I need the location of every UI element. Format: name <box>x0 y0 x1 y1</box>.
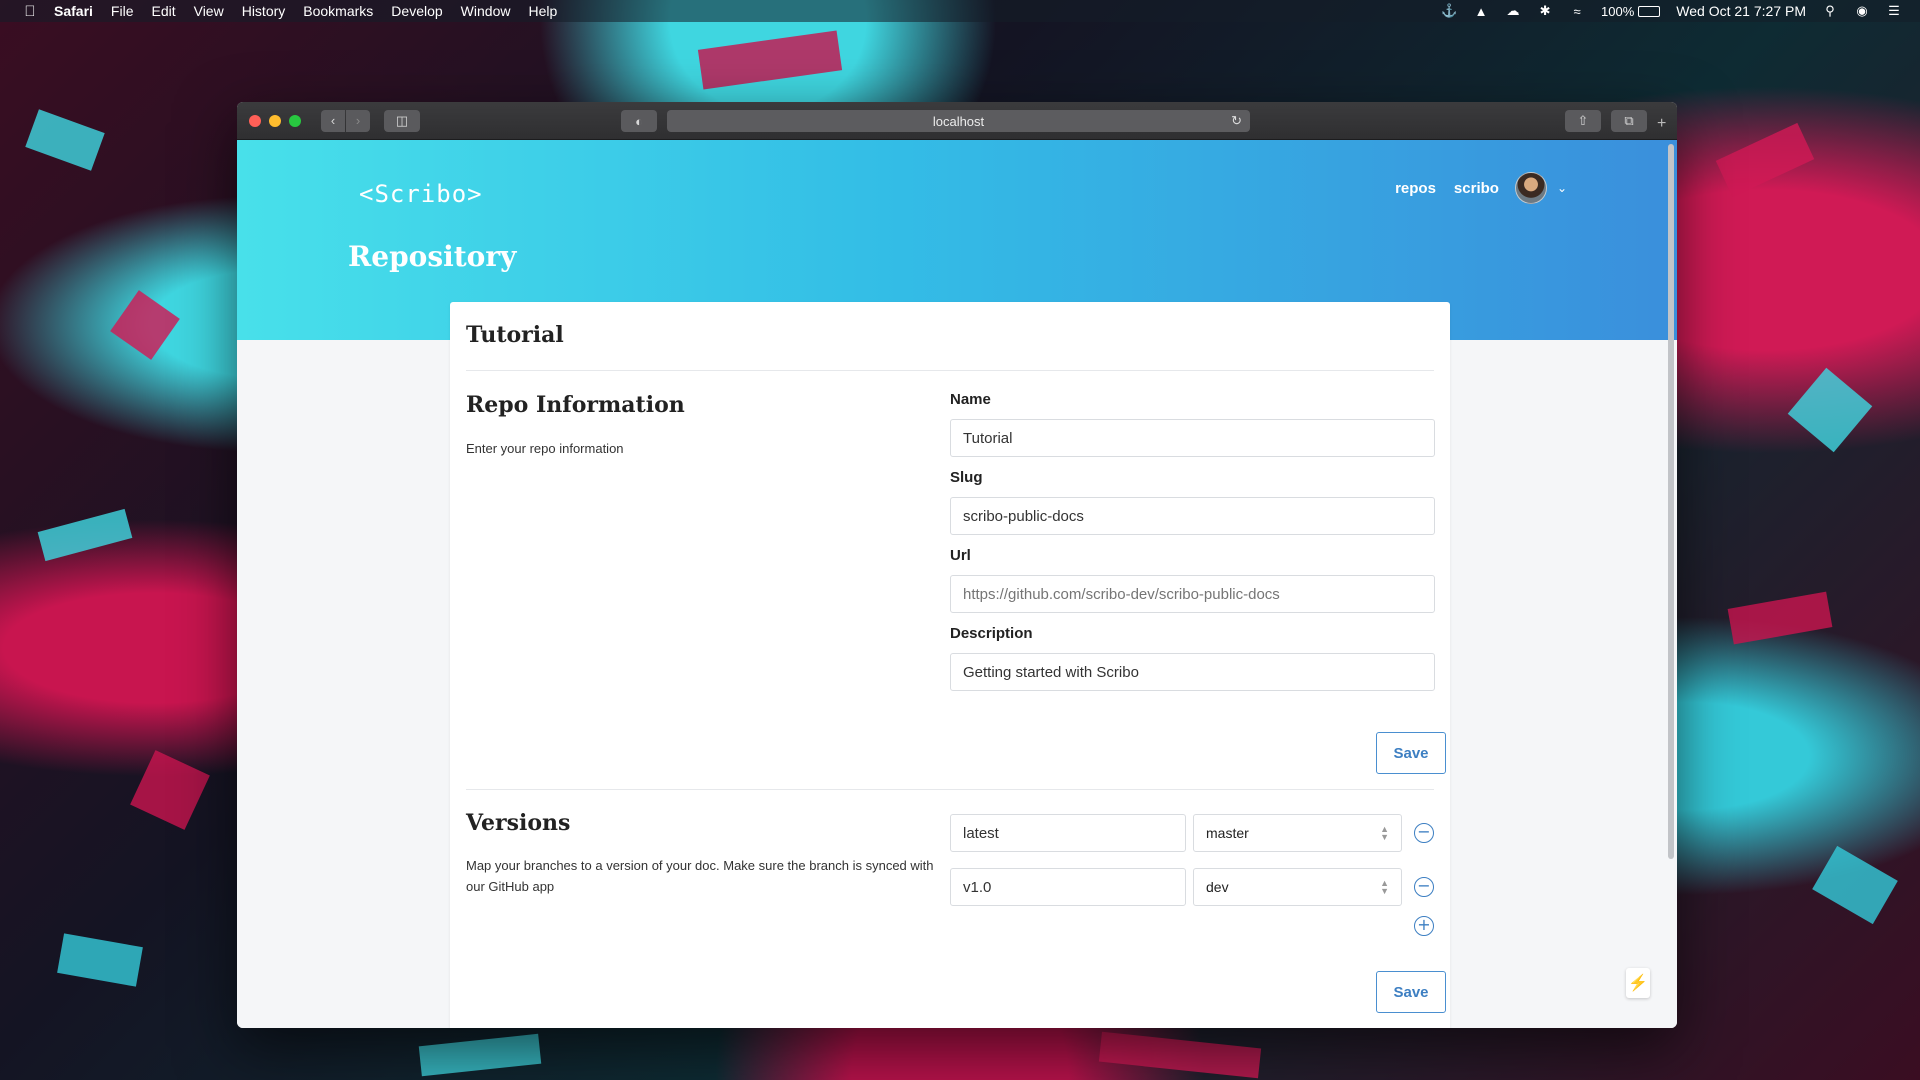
nav-user-link[interactable]: scribo <box>1454 180 1499 197</box>
history-nav: ‹ › <box>321 109 370 132</box>
top-nav: repos scribo ⌄ <box>1377 172 1567 204</box>
cloud-icon[interactable]: ☁ <box>1505 3 1521 18</box>
minus-circle-icon: − <box>1417 876 1431 895</box>
repository-card: Tutorial Repo Information Enter your rep… <box>450 302 1450 1028</box>
branch-select-value: master <box>1206 825 1249 841</box>
siri-icon[interactable]: ◉ <box>1854 3 1870 18</box>
window-controls <box>249 114 309 127</box>
new-tab-button[interactable]: + <box>1657 115 1666 133</box>
back-button[interactable]: ‹ <box>321 109 345 132</box>
bluetooth-icon[interactable]: ✱ <box>1537 3 1553 18</box>
name-label: Name <box>950 391 991 408</box>
drive-icon[interactable]: ▲ <box>1473 4 1489 19</box>
versions-description: Map your branches to a version of your d… <box>466 858 934 894</box>
apple-icon[interactable]:  <box>20 3 40 20</box>
reload-icon[interactable]: ↻ <box>1231 113 1242 129</box>
remove-version-button[interactable]: − <box>1414 877 1434 897</box>
page-viewport: <Scribo> repos scribo ⌄ Repository Tutor… <box>237 140 1677 1028</box>
menu-extras: ⚓ ▲ ☁ ✱ ≈ 100% Wed Oct 21 7:27 PM ⚲ ◉ ☰ <box>1425 3 1920 19</box>
close-window-button[interactable] <box>249 114 261 127</box>
description-input[interactable] <box>950 653 1435 691</box>
page-scrollbar[interactable] <box>1663 140 1677 1028</box>
battery-percent[interactable]: 100% <box>1601 4 1634 19</box>
chevron-right-icon: › <box>355 113 361 128</box>
minus-circle-icon: − <box>1417 822 1431 841</box>
privacy-report-button[interactable]: ◐ <box>621 110 657 132</box>
menu-edit[interactable]: Edit <box>151 3 175 19</box>
branch-select[interactable]: master ▲ ▼ <box>1193 814 1402 852</box>
save-repo-info-button[interactable]: Save <box>1376 732 1446 774</box>
browser-toolbar: ‹ › ◫ ◐ localhost ↻ ⇧ ⧉ + <box>237 102 1677 140</box>
remove-version-button[interactable]: − <box>1414 823 1434 843</box>
url-label: Url <box>950 547 971 564</box>
page-title: Repository <box>348 240 517 273</box>
add-version-button[interactable]: + <box>1414 916 1434 936</box>
tab-overview-button[interactable]: ⧉ <box>1611 110 1647 132</box>
repo-info-heading: Repo Information <box>466 392 685 418</box>
versions-heading: Versions <box>466 810 571 836</box>
menu-file[interactable]: File <box>111 3 134 19</box>
shield-icon: ◐ <box>635 113 643 129</box>
nav-repos-link[interactable]: repos <box>1395 180 1436 197</box>
menu-view[interactable]: View <box>194 3 224 19</box>
share-button[interactable]: ⇧ <box>1565 110 1601 132</box>
menu-help[interactable]: Help <box>528 3 557 19</box>
share-icon: ⇧ <box>1577 113 1589 128</box>
save-versions-button[interactable]: Save <box>1376 971 1446 1013</box>
notification-center-icon[interactable]: ☰ <box>1886 3 1902 18</box>
menu-develop[interactable]: Develop <box>391 3 442 19</box>
repo-title: Tutorial <box>466 322 564 348</box>
repo-info-description: Enter your repo information <box>466 441 624 456</box>
forward-button[interactable]: › <box>346 109 370 132</box>
card-divider <box>466 370 1434 371</box>
menu-app-name[interactable]: Safari <box>54 3 93 19</box>
version-name-input[interactable] <box>950 814 1186 852</box>
name-input[interactable] <box>950 419 1435 457</box>
section-divider <box>466 789 1434 790</box>
browser-window: ‹ › ◫ ◐ localhost ↻ ⇧ ⧉ + <Scribo> repos… <box>237 102 1677 1028</box>
docker-icon[interactable]: ⚓ <box>1441 3 1457 18</box>
tabs-icon: ⧉ <box>1624 113 1634 128</box>
menu-clock[interactable]: Wed Oct 21 7:27 PM <box>1676 3 1806 19</box>
avatar[interactable] <box>1514 172 1547 204</box>
branch-select-value: dev <box>1206 879 1229 895</box>
version-name-input[interactable] <box>950 868 1186 906</box>
menu-bookmarks[interactable]: Bookmarks <box>303 3 373 19</box>
branch-select[interactable]: dev ▲ ▼ <box>1193 868 1402 906</box>
menu-history[interactable]: History <box>242 3 286 19</box>
sidebar-toggle-button[interactable]: ◫ <box>384 109 420 132</box>
select-arrows-icon: ▲ ▼ <box>1380 824 1389 842</box>
wifi-icon[interactable]: ≈ <box>1569 4 1585 19</box>
plus-icon: + <box>1657 115 1667 132</box>
select-arrows-icon: ▲ ▼ <box>1380 878 1389 896</box>
menu-window[interactable]: Window <box>461 3 511 19</box>
site-logo[interactable]: <Scribo> <box>359 180 483 208</box>
description-label: Description <box>950 625 1033 642</box>
address-text: localhost <box>932 113 985 129</box>
maximize-window-button[interactable] <box>289 114 301 127</box>
scrollbar-thumb[interactable] <box>1668 144 1674 859</box>
slug-input[interactable] <box>950 497 1435 535</box>
minimize-window-button[interactable] <box>269 114 281 127</box>
chevron-left-icon: ‹ <box>330 113 336 128</box>
chevron-down-icon[interactable]: ⌄ <box>1557 181 1567 195</box>
url-input[interactable] <box>950 575 1435 613</box>
address-bar[interactable]: localhost ↻ <box>667 110 1250 132</box>
spotlight-icon[interactable]: ⚲ <box>1822 3 1838 18</box>
battery-icon[interactable] <box>1638 5 1661 17</box>
plus-circle-icon: + <box>1417 915 1431 934</box>
menu-bar:  Safari File Edit View History Bookmark… <box>0 0 1920 22</box>
sidebar-icon: ◫ <box>395 112 409 128</box>
lightning-icon[interactable]: ⚡ <box>1626 968 1650 998</box>
slug-label: Slug <box>950 469 983 486</box>
